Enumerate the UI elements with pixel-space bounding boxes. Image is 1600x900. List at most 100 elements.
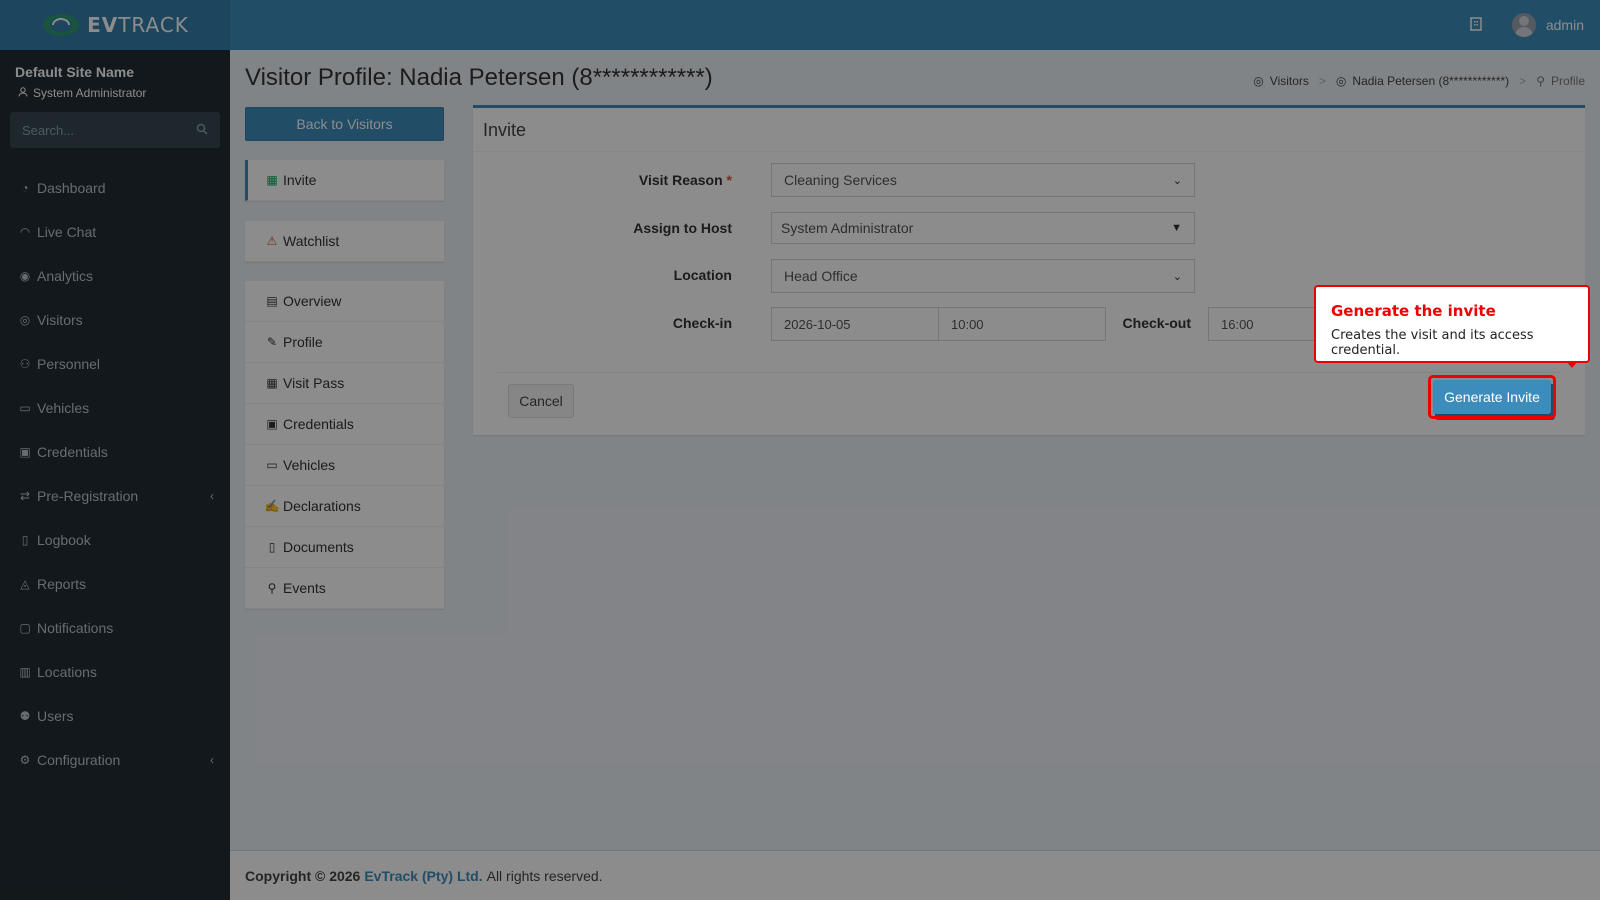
pencil-icon: ✎ bbox=[266, 335, 278, 349]
eye-icon: ◎ bbox=[1335, 74, 1347, 88]
id-badge-icon: ▣ bbox=[19, 445, 31, 459]
user-cog-icon: ⚉ bbox=[19, 709, 31, 723]
breadcrumb: ◎ Visitors > ◎ Nadia Petersen (8********… bbox=[1253, 74, 1585, 88]
logo[interactable]: EVTRACK bbox=[0, 0, 230, 50]
warning-icon: ⚠ bbox=[266, 234, 278, 248]
breadcrumb-visitor-name[interactable]: Nadia Petersen (8************) bbox=[1352, 74, 1509, 88]
search-icon[interactable] bbox=[196, 122, 208, 138]
checkin-date-input[interactable]: 2026-10-05 bbox=[771, 307, 939, 341]
sidebar-item-analytics[interactable]: ◉ Analytics bbox=[0, 254, 230, 298]
profile-menu-profile[interactable]: ✎ Profile bbox=[245, 322, 444, 363]
sidebar-item-personnel[interactable]: ⚇ Personnel bbox=[0, 342, 230, 386]
profile-menu-visit-pass[interactable]: ▦ Visit Pass bbox=[245, 363, 444, 404]
select-arrow-icon: ⌄ bbox=[1172, 270, 1182, 283]
checkin-label: Check-in bbox=[672, 315, 732, 331]
chart-icon: ◬ bbox=[20, 577, 30, 591]
checkout-label: Check-out bbox=[1122, 315, 1191, 331]
callout-text: Creates the visit and its access credent… bbox=[1331, 328, 1534, 358]
user-menu[interactable]: admin bbox=[1511, 13, 1584, 37]
profile-menu-credentials[interactable]: ▣ Credentials bbox=[245, 404, 444, 445]
sidebar-item-reports[interactable]: ◬ Reports bbox=[0, 562, 230, 606]
eye-icon: ◎ bbox=[19, 313, 31, 327]
building-icon[interactable] bbox=[1470, 16, 1482, 34]
assign-host-label: Assign to Host bbox=[633, 220, 732, 236]
site-name: Default Site Name bbox=[15, 64, 135, 80]
breadcrumb-separator: > bbox=[1519, 74, 1527, 88]
profile-menu-watchlist-box: ⚠ Watchlist bbox=[245, 221, 444, 262]
gear-icon: ⚙ bbox=[19, 753, 31, 767]
top-navbar: EVTRACK admin bbox=[0, 0, 1600, 50]
invite-box-title: Invite bbox=[473, 108, 1585, 152]
sidebar-item-dashboard[interactable]: ◔ Dashboard bbox=[0, 166, 230, 210]
sidebar-item-users[interactable]: ⚉ Users bbox=[0, 694, 230, 738]
logo-icon bbox=[41, 11, 81, 39]
location-select[interactable]: Head Office ⌄ bbox=[771, 259, 1195, 293]
select-arrow-icon: ⌄ bbox=[1172, 174, 1182, 187]
invite-form-box: Invite Visit Reason * Cleaning Services ⌄… bbox=[473, 105, 1585, 435]
footer: Copyright © 2026 EvTrack (Pty) Ltd. All … bbox=[230, 850, 1600, 900]
chevron-left-icon: ‹ bbox=[210, 753, 214, 767]
footer-company-link[interactable]: EvTrack (Pty) Ltd. bbox=[364, 868, 482, 884]
profile-menu-vehicles[interactable]: ▭ Vehicles bbox=[245, 445, 444, 486]
search-input[interactable] bbox=[22, 122, 172, 138]
footer-copyright: Copyright © 2026 bbox=[245, 867, 361, 884]
form-divider bbox=[497, 372, 1561, 373]
comments-icon: ▢ bbox=[19, 621, 31, 635]
profile-menu-list: ▤ Overview ✎ Profile ▦ Visit Pass ▣ Credenti… bbox=[245, 281, 444, 609]
sidebar: Default Site Name System Administrator ◔… bbox=[0, 50, 230, 900]
sidebar-item-locations[interactable]: ▥ Locations bbox=[0, 650, 230, 694]
breadcrumb-separator: > bbox=[1318, 74, 1326, 88]
calendar-plus-icon: ▦ bbox=[266, 173, 278, 187]
sidebar-item-vehicles[interactable]: ▭ Vehicles bbox=[0, 386, 230, 430]
profile-menu-events[interactable]: ⚲ Events bbox=[245, 568, 444, 609]
calendar-icon: ▦ bbox=[266, 376, 278, 390]
assign-host-select[interactable]: System Administrator ▼ bbox=[771, 212, 1195, 244]
chevron-left-icon: ‹ bbox=[210, 489, 214, 503]
walking-icon: ⚲ bbox=[267, 581, 277, 595]
back-to-visitors-button[interactable]: Back to Visitors bbox=[245, 107, 444, 141]
visit-reason-select[interactable]: Cleaning Services ⌄ bbox=[771, 163, 1195, 197]
user-avatar bbox=[1511, 13, 1536, 37]
sidebar-item-live-chat[interactable]: ◠ Live Chat bbox=[0, 210, 230, 254]
dashboard-icon: ◔ bbox=[21, 181, 29, 195]
page-title: Visitor Profile: Nadia Petersen (8******… bbox=[245, 64, 713, 91]
logo-text: EVTRACK bbox=[87, 13, 189, 37]
profile-menu-overview[interactable]: ▤ Overview bbox=[245, 281, 444, 322]
footer-rights: All rights reserved. bbox=[486, 867, 603, 884]
user-icon bbox=[18, 86, 28, 100]
cancel-button[interactable]: Cancel bbox=[508, 384, 574, 418]
users-icon: ⚇ bbox=[19, 357, 31, 371]
signature-icon: ✍ bbox=[264, 499, 280, 513]
sidebar-item-notifications[interactable]: ▢ Notifications bbox=[0, 606, 230, 650]
sidebar-search bbox=[10, 112, 220, 148]
file-icon: ▯ bbox=[268, 540, 276, 554]
tutorial-callout: Generate the invite Creates the visit an… bbox=[1314, 285, 1590, 363]
breadcrumb-visitors[interactable]: Visitors bbox=[1270, 74, 1309, 88]
user-role: System Administrator bbox=[0, 80, 230, 100]
profile-menu-invite-box: ▦ Invite bbox=[245, 160, 444, 201]
callout-pointer bbox=[1566, 361, 1578, 368]
profile-menu-invite[interactable]: ▦ Invite bbox=[245, 160, 444, 201]
profile-menu-watchlist[interactable]: ⚠ Watchlist bbox=[245, 221, 444, 262]
profile-menu-declarations[interactable]: ✍ Declarations bbox=[245, 486, 444, 527]
analytics-icon: ◉ bbox=[19, 269, 31, 283]
headset-icon: ◠ bbox=[19, 225, 31, 239]
username: admin bbox=[1545, 17, 1584, 33]
sidebar-item-visitors[interactable]: ◎ Visitors bbox=[0, 298, 230, 342]
building-icon: ▥ bbox=[19, 665, 31, 679]
generate-invite-button[interactable]: Generate Invite bbox=[1433, 380, 1551, 414]
sidebar-item-configuration[interactable]: ⚙ Configuration ‹ bbox=[0, 738, 230, 782]
checkin-time-input[interactable]: 10:00 bbox=[938, 307, 1106, 341]
sidebar-item-credentials[interactable]: ▣ Credentials bbox=[0, 430, 230, 474]
sidebar-item-pre-registration[interactable]: ⇄ Pre-Registration ‹ bbox=[0, 474, 230, 518]
visit-reason-label: Visit Reason * bbox=[638, 172, 732, 188]
sidebar-nav: ◔ Dashboard ◠ Live Chat ◉ Analytics ◎ Visito… bbox=[0, 166, 230, 782]
caret-down-icon: ▼ bbox=[1171, 222, 1182, 234]
book-icon: ▯ bbox=[21, 533, 29, 547]
sidebar-item-logbook[interactable]: ▯ Logbook bbox=[0, 518, 230, 562]
callout-title: Generate the invite bbox=[1331, 302, 1496, 320]
table-icon: ▤ bbox=[266, 294, 278, 308]
location-label: Location bbox=[673, 267, 732, 283]
profile-menu-documents[interactable]: ▯ Documents bbox=[245, 527, 444, 568]
car-icon: ▭ bbox=[266, 458, 278, 472]
